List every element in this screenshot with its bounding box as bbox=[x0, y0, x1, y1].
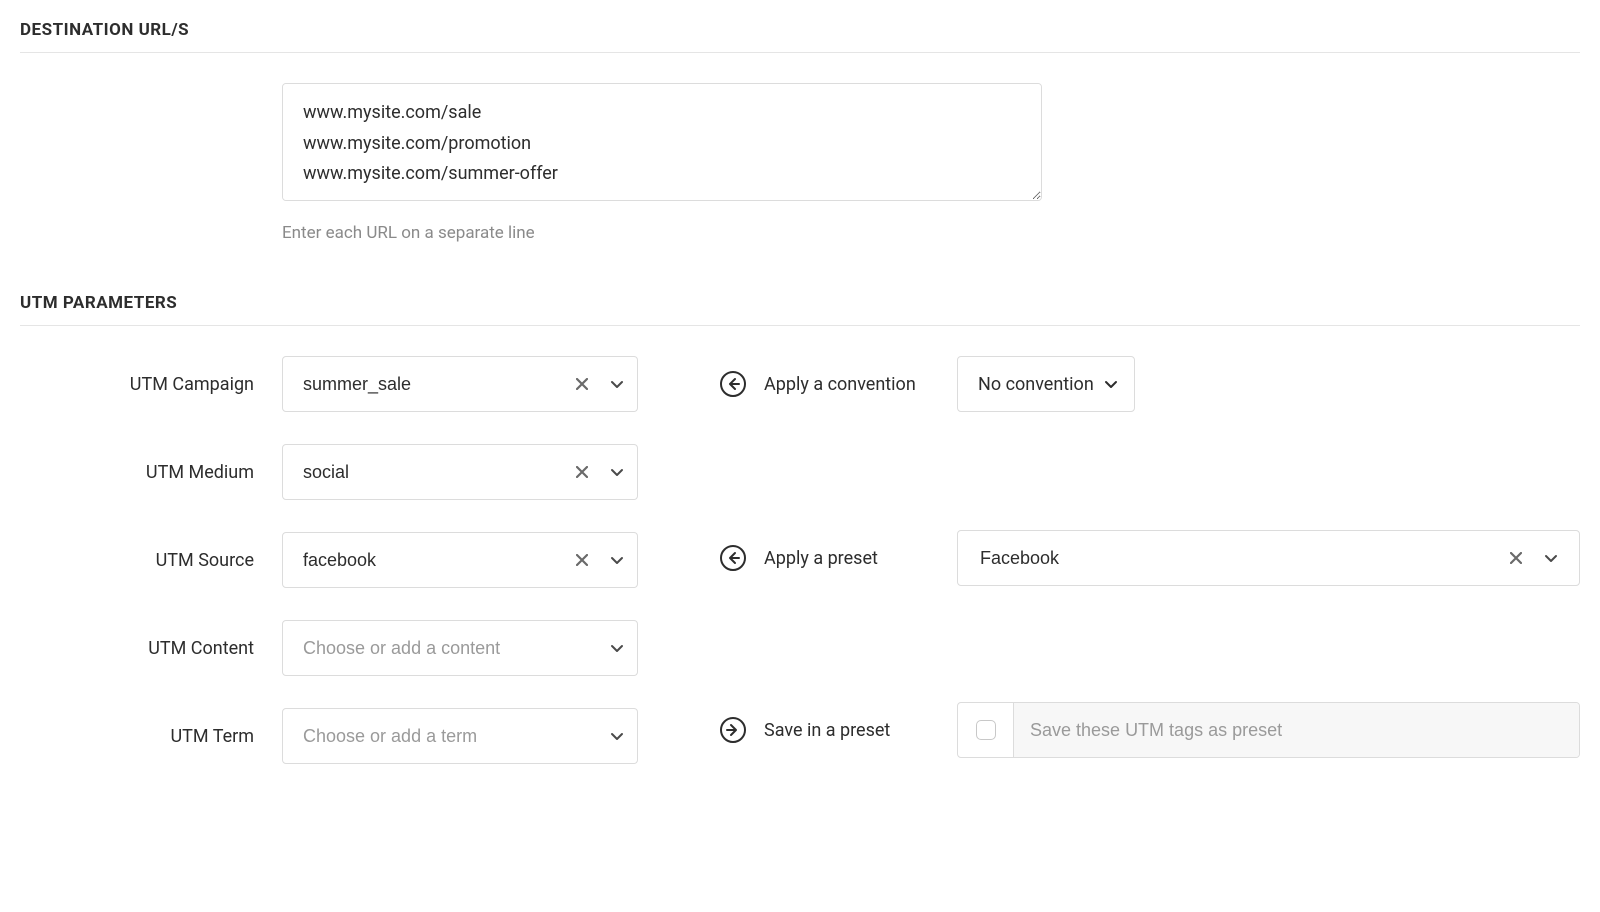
utm-medium-label: UTM Medium bbox=[20, 462, 282, 483]
preset-combo[interactable] bbox=[957, 530, 1580, 586]
save-preset-checkbox[interactable] bbox=[976, 720, 996, 740]
chevron-down-icon[interactable] bbox=[597, 533, 637, 587]
utm-medium-input[interactable] bbox=[301, 445, 567, 499]
utm-campaign-combo[interactable] bbox=[282, 356, 638, 412]
clear-icon[interactable] bbox=[567, 533, 597, 587]
utm-term-input[interactable] bbox=[301, 709, 597, 763]
apply-convention-label: Apply a convention bbox=[764, 374, 939, 395]
chevron-down-icon bbox=[1104, 377, 1118, 391]
utm-campaign-input[interactable] bbox=[301, 357, 567, 411]
chevron-down-icon[interactable] bbox=[1531, 551, 1571, 565]
arrow-left-circle-icon bbox=[720, 371, 746, 397]
destination-heading: DESTINATION URL/S bbox=[20, 20, 1580, 40]
chevron-down-icon[interactable] bbox=[597, 621, 637, 675]
utm-campaign-label: UTM Campaign bbox=[20, 374, 282, 395]
arrow-left-circle-icon bbox=[720, 545, 746, 571]
chevron-down-icon[interactable] bbox=[597, 357, 637, 411]
convention-dropdown[interactable]: No convention bbox=[957, 356, 1135, 412]
utm-content-input[interactable] bbox=[301, 621, 597, 675]
clear-icon[interactable] bbox=[567, 445, 597, 499]
divider bbox=[20, 52, 1580, 53]
destination-helper-text: Enter each URL on a separate line bbox=[282, 223, 1042, 243]
arrow-right-circle-icon bbox=[720, 717, 746, 743]
save-preset-name-input[interactable] bbox=[1014, 703, 1579, 757]
utm-heading: UTM PARAMETERS bbox=[20, 293, 1580, 313]
chevron-down-icon[interactable] bbox=[597, 709, 637, 763]
clear-icon[interactable] bbox=[1501, 552, 1531, 564]
utm-source-combo[interactable] bbox=[282, 532, 638, 588]
destination-urls-textarea[interactable] bbox=[282, 83, 1042, 201]
clear-icon[interactable] bbox=[567, 357, 597, 411]
convention-selected: No convention bbox=[978, 374, 1094, 395]
utm-source-input[interactable] bbox=[301, 533, 567, 587]
preset-input[interactable] bbox=[978, 547, 1501, 570]
save-preset-label: Save in a preset bbox=[764, 720, 939, 741]
chevron-down-icon[interactable] bbox=[597, 445, 637, 499]
apply-preset-label: Apply a preset bbox=[764, 548, 939, 569]
utm-content-label: UTM Content bbox=[20, 638, 282, 659]
utm-term-combo[interactable] bbox=[282, 708, 638, 764]
utm-term-label: UTM Term bbox=[20, 726, 282, 747]
utm-medium-combo[interactable] bbox=[282, 444, 638, 500]
divider bbox=[20, 325, 1580, 326]
utm-source-label: UTM Source bbox=[20, 550, 282, 571]
utm-content-combo[interactable] bbox=[282, 620, 638, 676]
